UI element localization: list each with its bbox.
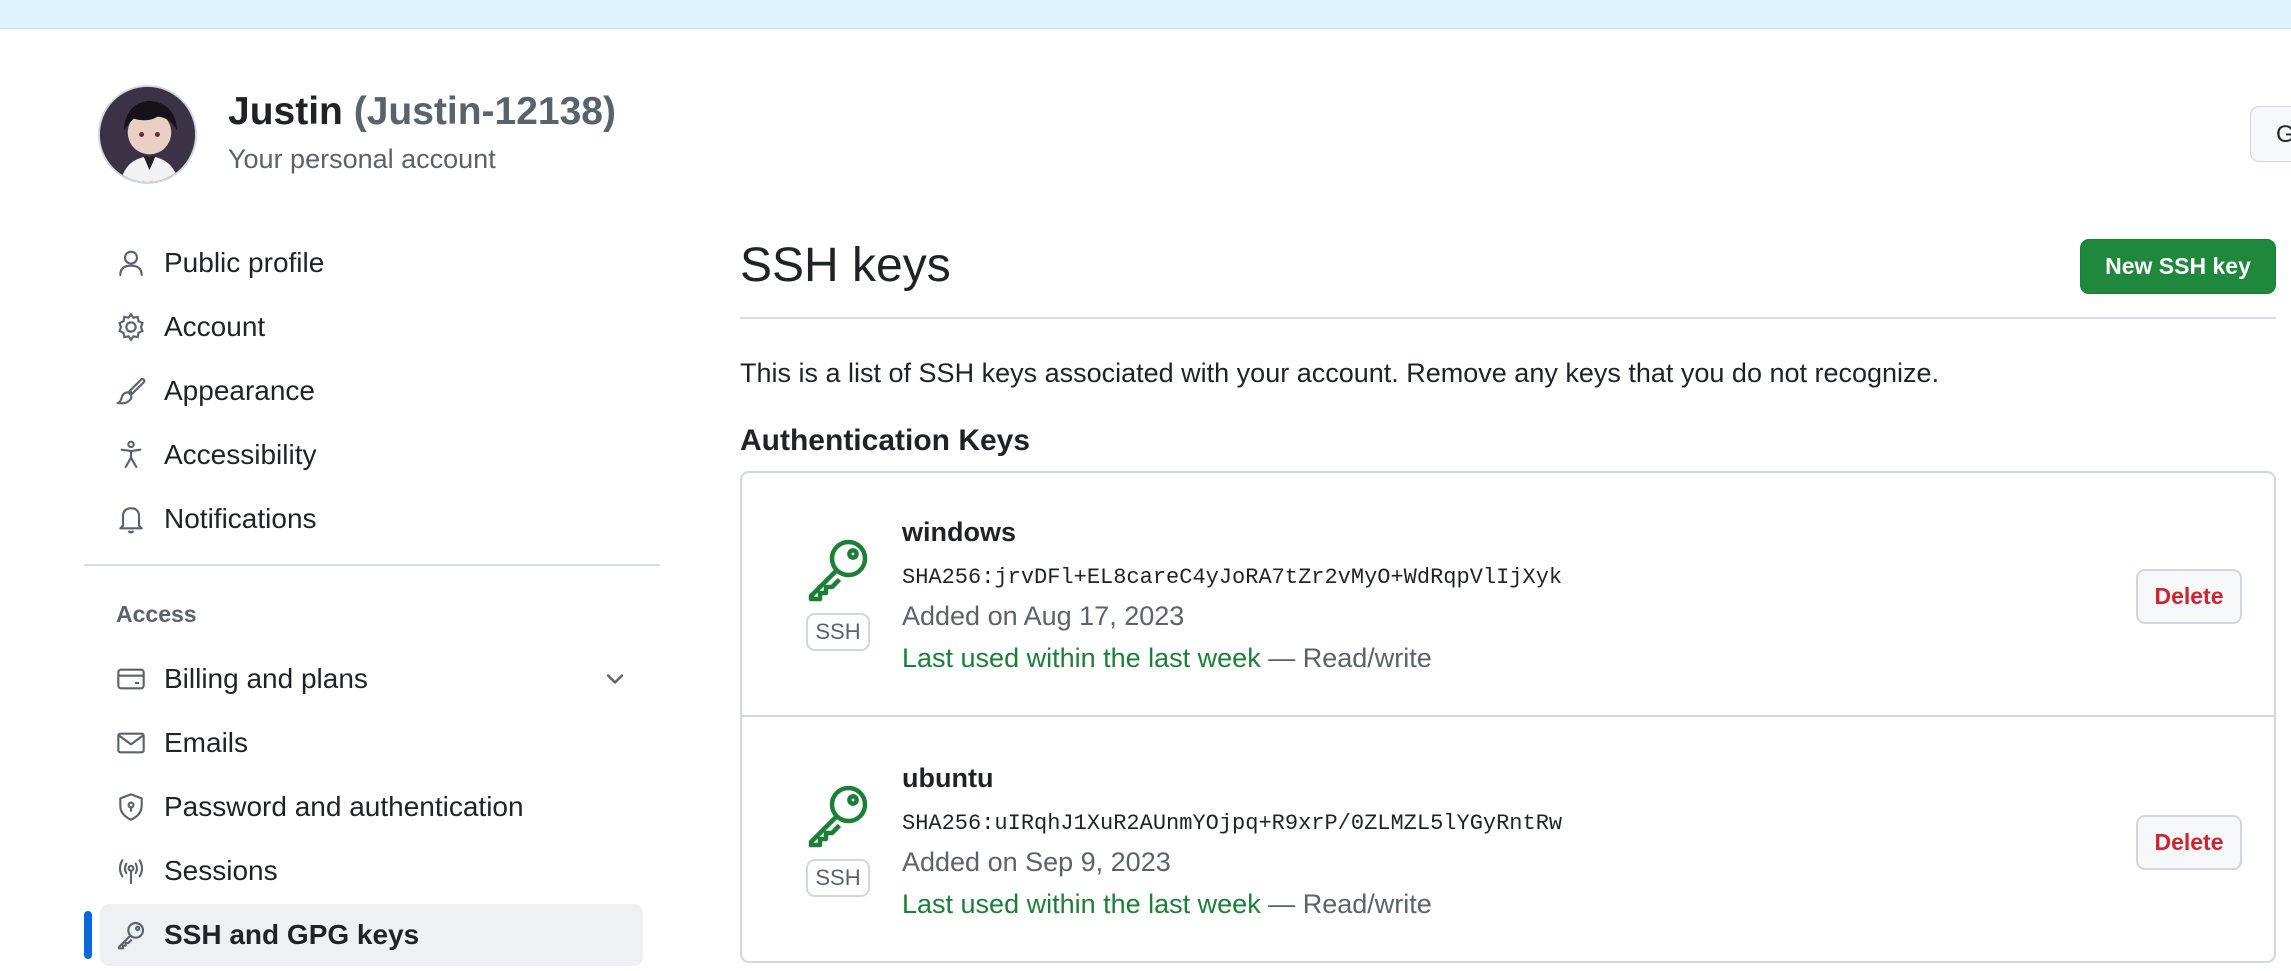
sidebar-item-label: Emails	[164, 727, 249, 758]
accessibility-icon	[114, 438, 148, 472]
avatar-image	[100, 87, 195, 182]
paintbrush-icon	[114, 374, 148, 408]
page-title: SSH keys	[740, 239, 951, 292]
key-title: windows	[902, 517, 1016, 547]
account-name: Justin (Justin-12138)	[228, 90, 616, 134]
delete-key-button[interactable]: Delete	[2136, 569, 2242, 624]
ssh-key-list: SSH windows SHA256:jrvDFl+EL8careC4yJoRA…	[740, 471, 2276, 963]
key-last-used: Last used within the last week	[902, 889, 1261, 919]
sidebar-divider	[84, 564, 660, 566]
key-usage-separator: —	[1268, 643, 1296, 673]
key-added-date: Added on Aug 17, 2023	[902, 601, 1185, 631]
account-subtitle: Your personal account	[228, 144, 496, 174]
sidebar-item-label: Public profile	[164, 247, 325, 278]
username[interactable]: (Justin-12138)	[354, 90, 616, 133]
sidebar-item-label: SSH and GPG keys	[164, 919, 420, 950]
shield-lock-icon	[114, 790, 148, 824]
key-type-badge: SSH	[806, 859, 870, 897]
key-usage: Last used within the last week — Read/wr…	[902, 643, 1432, 674]
delete-key-button[interactable]: Delete	[2136, 815, 2242, 870]
sidebar-item-accessibility[interactable]: Accessibility	[100, 424, 643, 486]
top-banner	[0, 0, 2291, 29]
key-icon	[802, 533, 874, 605]
section-heading: Authentication Keys	[740, 424, 1031, 457]
key-access-level: Read/write	[1302, 889, 1432, 919]
sidebar-item-label: Appearance	[164, 375, 316, 406]
go-to-profile-button[interactable]: Go to your personal profile	[2250, 106, 2291, 162]
sidebar-item-billing[interactable]: Billing and plans	[100, 648, 643, 710]
sidebar-item-label: Sessions	[164, 855, 278, 886]
ssh-key-row: SSH windows SHA256:jrvDFl+EL8careC4yJoRA…	[742, 473, 2274, 717]
sidebar-item-appearance[interactable]: Appearance	[100, 360, 643, 422]
sidebar-section-heading: Access	[116, 601, 197, 627]
sidebar-item-label: Password and authentication	[164, 791, 524, 822]
sidebar-item-label: Accessibility	[164, 439, 317, 470]
bell-icon	[114, 502, 148, 536]
sidebar-item-account[interactable]: Account	[100, 296, 643, 358]
gear-icon	[114, 310, 148, 344]
key-last-used: Last used within the last week	[902, 643, 1261, 673]
ssh-key-row: SSH ubuntu SHA256:uIRqhJ1XuR2AUnmYOjpq+R…	[742, 719, 2274, 963]
key-icon	[802, 779, 874, 851]
key-usage-separator: —	[1268, 889, 1296, 919]
key-usage: Last used within the last week — Read/wr…	[902, 889, 1432, 920]
sidebar-item-label: Account	[164, 311, 266, 342]
sidebar-item-label: Notifications	[164, 503, 317, 534]
sidebar-item-public-profile[interactable]: Public profile	[100, 232, 643, 294]
person-icon	[114, 246, 148, 280]
key-fingerprint: SHA256:uIRqhJ1XuR2AUnmYOjpq+R9xrP/0ZLMZL…	[902, 811, 1563, 836]
broadcast-icon	[114, 854, 148, 888]
intro-text: This is a list of SSH keys associated wi…	[740, 358, 1940, 388]
key-title: ubuntu	[902, 763, 994, 793]
key-fingerprint: SHA256:jrvDFl+EL8careC4yJoRA7tZr2vMyO+Wd…	[902, 565, 1563, 590]
key-icon	[114, 918, 148, 952]
credit-card-icon	[114, 662, 148, 696]
avatar[interactable]	[98, 85, 197, 184]
active-indicator	[84, 911, 92, 959]
display-name: Justin	[228, 90, 343, 133]
chevron-down-icon[interactable]	[601, 665, 629, 693]
sidebar-item-password-authentication[interactable]: Password and authentication	[100, 776, 643, 838]
mail-icon	[114, 726, 148, 760]
title-divider	[740, 317, 2276, 319]
new-ssh-key-button[interactable]: New SSH key	[2080, 239, 2276, 294]
sidebar-item-notifications[interactable]: Notifications	[100, 488, 643, 550]
key-access-level: Read/write	[1302, 643, 1432, 673]
sidebar-item-sessions[interactable]: Sessions	[100, 840, 643, 902]
key-type-badge: SSH	[806, 613, 870, 651]
key-added-date: Added on Sep 9, 2023	[902, 847, 1171, 877]
sidebar-item-label: Billing and plans	[164, 663, 368, 694]
sidebar-item-emails[interactable]: Emails	[100, 712, 643, 774]
sidebar-item-ssh-gpg-keys[interactable]: SSH and GPG keys	[100, 904, 643, 966]
